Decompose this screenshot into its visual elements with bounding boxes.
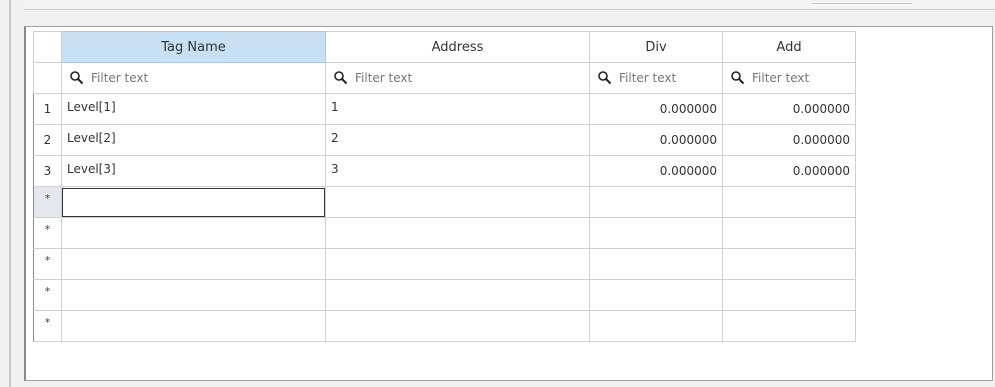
cell-tag-name[interactable] — [61, 310, 326, 342]
column-header-tag-name[interactable]: Tag Name — [61, 31, 326, 63]
filter-row-corner — [33, 62, 62, 94]
empty-row[interactable]: * — [33, 217, 856, 249]
filter-input-tag-name[interactable] — [91, 71, 325, 85]
cell-add[interactable]: 0.000000 — [722, 93, 856, 125]
filter-input-address[interactable] — [355, 71, 589, 85]
cell-div[interactable] — [589, 279, 723, 311]
new-row-marker[interactable]: * — [33, 186, 62, 218]
cell-div[interactable] — [589, 217, 723, 249]
cell-div[interactable]: 0.000000 — [589, 124, 723, 156]
cell-address[interactable]: 1 — [325, 93, 590, 125]
cell-div[interactable] — [589, 310, 723, 342]
filter-cell-add — [722, 62, 856, 94]
empty-row-marker[interactable]: * — [33, 310, 62, 342]
top-toolbar-strip — [24, 0, 995, 10]
search-icon — [70, 71, 84, 85]
column-header-div[interactable]: Div — [589, 31, 723, 63]
filter-cell-address — [325, 62, 590, 94]
header-row: Tag Name Address Div Add — [33, 31, 856, 63]
cell-tag-name[interactable]: Level[3] — [61, 155, 326, 187]
cell-add[interactable]: 0.000000 — [722, 124, 856, 156]
column-header-address[interactable]: Address — [325, 31, 590, 63]
filter-row — [33, 62, 856, 94]
empty-row-marker[interactable]: * — [33, 217, 62, 249]
empty-row-marker[interactable]: * — [33, 248, 62, 280]
cell-address[interactable] — [325, 248, 590, 280]
cell-add[interactable] — [722, 186, 856, 218]
cell-address[interactable] — [325, 310, 590, 342]
table-row[interactable]: 2 Level[2] 2 0.000000 0.000000 — [33, 124, 856, 156]
cell-tag-name[interactable] — [61, 248, 326, 280]
cell-div[interactable]: 0.000000 — [589, 93, 723, 125]
cell-add[interactable] — [722, 310, 856, 342]
row-number[interactable]: 1 — [33, 93, 62, 125]
new-row[interactable]: * — [33, 186, 856, 218]
search-icon — [334, 71, 348, 85]
cell-tag-name[interactable] — [61, 217, 326, 249]
cell-address[interactable] — [325, 186, 590, 218]
window-edge — [9, 0, 11, 387]
cell-div[interactable] — [589, 186, 723, 218]
corner-header[interactable] — [33, 31, 62, 63]
empty-row[interactable]: * — [33, 310, 856, 342]
cell-tag-name[interactable]: Level[1] — [61, 93, 326, 125]
search-icon — [598, 71, 612, 85]
row-number[interactable]: 2 — [33, 124, 62, 156]
cell-tag-name[interactable] — [61, 279, 326, 311]
cell-address[interactable] — [325, 217, 590, 249]
filter-input-add[interactable] — [752, 71, 855, 85]
cell-tag-name-editing[interactable] — [61, 186, 326, 218]
cell-add[interactable]: 0.000000 — [722, 155, 856, 187]
table-row[interactable]: 3 Level[3] 3 0.000000 0.000000 — [33, 155, 856, 187]
filter-cell-div — [589, 62, 723, 94]
tag-table: Tag Name Address Div Add Filter text Fil… — [33, 31, 856, 342]
search-icon — [731, 71, 745, 85]
empty-row-marker[interactable]: * — [33, 279, 62, 311]
tag-name-editor[interactable] — [62, 187, 325, 217]
filter-cell-tag-name — [61, 62, 326, 94]
cell-div[interactable]: 0.000000 — [589, 155, 723, 187]
filter-input-div[interactable] — [619, 71, 722, 85]
cell-tag-name[interactable]: Level[2] — [61, 124, 326, 156]
cell-address[interactable] — [325, 279, 590, 311]
row-number[interactable]: 3 — [33, 155, 62, 187]
cell-address[interactable]: 3 — [325, 155, 590, 187]
cell-div[interactable] — [589, 248, 723, 280]
table-row[interactable]: 1 Level[1] 1 0.000000 0.000000 — [33, 93, 856, 125]
cell-add[interactable] — [722, 279, 856, 311]
cell-add[interactable] — [722, 217, 856, 249]
empty-row[interactable]: * — [33, 279, 856, 311]
cell-address[interactable]: 2 — [325, 124, 590, 156]
column-header-add[interactable]: Add — [722, 31, 856, 63]
empty-row[interactable]: * — [33, 248, 856, 280]
cell-add[interactable] — [722, 248, 856, 280]
toolbar-tab-outline — [812, 0, 912, 4]
